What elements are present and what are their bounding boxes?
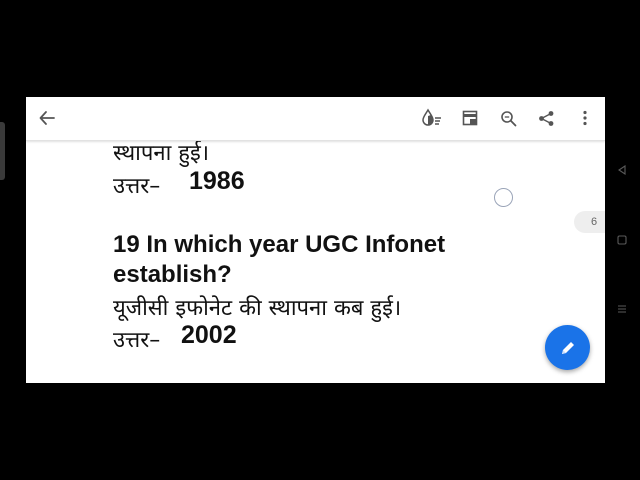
page-number-indicator[interactable]: 6: [574, 211, 605, 233]
edit-fab-button[interactable]: [545, 325, 590, 370]
search-icon[interactable]: [495, 105, 521, 131]
selection-handle-circle[interactable]: [494, 188, 513, 207]
answer-label-2: उत्तर–: [113, 328, 161, 353]
question-hindi-line: यूजीसी इफोनेट की स्थापना कब हुई।: [113, 296, 402, 321]
answer-label-1: उत्तर–: [113, 174, 161, 199]
question-line-1: 19 In which year UGC Infonet: [113, 231, 446, 258]
recents-lines-icon[interactable]: [614, 301, 630, 317]
answer-value-1: 1986: [189, 167, 245, 195]
share-icon[interactable]: [533, 105, 559, 131]
edit-pencil-icon: [561, 341, 574, 354]
more-vert-icon[interactable]: [572, 105, 598, 131]
answer-value-2: 2002: [181, 321, 237, 349]
brightness-icon[interactable]: [419, 105, 445, 131]
back-triangle-icon[interactable]: [614, 162, 630, 178]
document-viewer: स्थापना हुई। उत्तर– 1986 19 In which yea…: [26, 97, 605, 383]
arrow-left-icon[interactable]: [34, 105, 60, 131]
question-line-2: establish?: [113, 261, 232, 288]
device-edge: [0, 122, 5, 180]
answer-fragment-line: स्थापना हुई।: [113, 141, 210, 166]
top-toolbar: [26, 97, 605, 141]
home-square-icon[interactable]: [614, 232, 630, 248]
reading-mode-icon[interactable]: [457, 105, 483, 131]
